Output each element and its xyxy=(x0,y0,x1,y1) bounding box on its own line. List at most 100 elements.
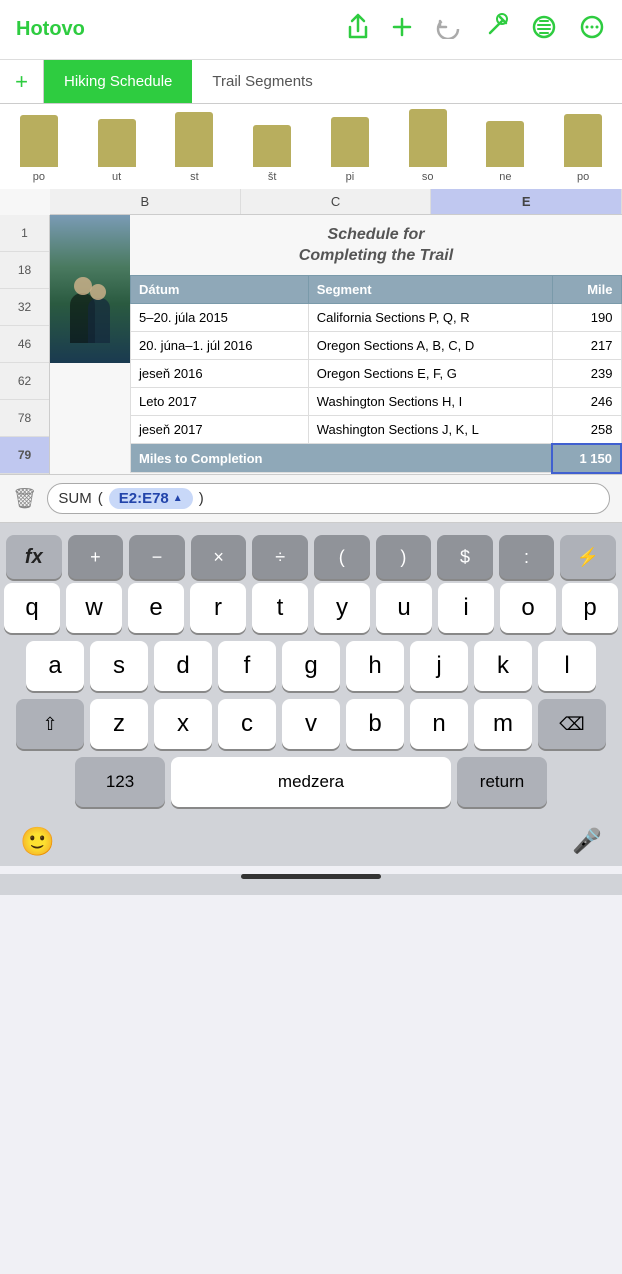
kb-u[interactable]: u xyxy=(376,583,432,633)
cell-mile-1[interactable]: 217 xyxy=(552,331,621,359)
done-button[interactable]: Hotovo xyxy=(16,18,85,41)
total-label[interactable]: Miles to Completion xyxy=(131,444,553,473)
kb-lightning-key[interactable]: ⚡ xyxy=(560,535,616,579)
kb-j[interactable]: j xyxy=(410,641,468,691)
kb-open-paren-key[interactable]: ( xyxy=(314,535,370,579)
cell-date-4[interactable]: jeseň 2017 xyxy=(131,415,309,444)
formula-input[interactable]: SUM ( E2:E78 ▲ ) xyxy=(47,483,610,514)
cal-col-6: ne xyxy=(467,104,545,189)
total-row[interactable]: Miles to Completion 1 150 xyxy=(131,444,622,473)
kb-k[interactable]: k xyxy=(474,641,532,691)
cal-label-2: st xyxy=(190,171,199,183)
cal-col-0: po xyxy=(0,104,78,189)
kb-p[interactable]: p xyxy=(562,583,618,633)
kb-return-key[interactable]: return xyxy=(457,757,547,807)
schedule-title: Schedule for Completing the Trail xyxy=(130,215,622,275)
cal-label-5: so xyxy=(422,171,434,183)
kb-bottom-bar: 🙂 🎤 xyxy=(0,815,622,866)
kb-dollar-key[interactable]: $ xyxy=(437,535,493,579)
kb-fx-key[interactable]: fx xyxy=(6,535,62,579)
kb-colon-key[interactable]: : xyxy=(499,535,555,579)
table-row[interactable]: jeseň 2016 Oregon Sections E, F, G 239 xyxy=(131,359,622,387)
cal-col-3: št xyxy=(233,104,311,189)
table-row[interactable]: 5–20. júla 2015 California Sections P, Q… xyxy=(131,303,622,331)
kb-num-key[interactable]: 123 xyxy=(75,757,165,807)
range-expand-icon[interactable]: ▲ xyxy=(173,493,183,504)
kb-x[interactable]: x xyxy=(154,699,212,749)
table-row[interactable]: Leto 2017 Washington Sections H, I 246 xyxy=(131,387,622,415)
kb-close-paren-key[interactable]: ) xyxy=(376,535,432,579)
tab-add-button[interactable]: + xyxy=(0,60,44,103)
col-headers: B C E xyxy=(50,189,622,215)
kb-q[interactable]: q xyxy=(4,583,60,633)
tab-hiking-schedule[interactable]: Hiking Schedule xyxy=(44,60,192,103)
cell-segment-4[interactable]: Washington Sections J, K, L xyxy=(308,415,552,444)
cell-segment-3[interactable]: Washington Sections H, I xyxy=(308,387,552,415)
cell-date-2[interactable]: jeseň 2016 xyxy=(131,359,309,387)
tab-trail-segments[interactable]: Trail Segments xyxy=(192,60,332,103)
cell-mile-4[interactable]: 258 xyxy=(552,415,621,444)
total-value-cell[interactable]: 1 150 xyxy=(552,444,621,473)
kb-plus-key[interactable]: + xyxy=(68,535,124,579)
row-num-32: 32 xyxy=(0,289,49,326)
table-wrapper: 1 18 32 46 62 78 79 Schedule for xyxy=(0,215,622,474)
kb-shift-key[interactable]: ⇧ xyxy=(16,699,84,749)
cell-date-1[interactable]: 20. júna–1. júl 2016 xyxy=(131,331,309,359)
row-num-79: 79 xyxy=(0,437,49,474)
kb-i[interactable]: i xyxy=(438,583,494,633)
formula-range[interactable]: E2:E78 ▲ xyxy=(109,488,193,509)
kb-w[interactable]: w xyxy=(66,583,122,633)
kb-b[interactable]: b xyxy=(346,699,404,749)
kb-d[interactable]: d xyxy=(154,641,212,691)
kb-z[interactable]: z xyxy=(90,699,148,749)
cell-date-0[interactable]: 5–20. júla 2015 xyxy=(131,303,309,331)
col-header-c[interactable]: C xyxy=(241,189,432,214)
kb-c[interactable]: c xyxy=(218,699,276,749)
cal-bar-4 xyxy=(331,117,369,167)
cell-date-3[interactable]: Leto 2017 xyxy=(131,387,309,415)
cell-segment-1[interactable]: Oregon Sections A, B, C, D xyxy=(308,331,552,359)
kb-l[interactable]: l xyxy=(538,641,596,691)
kb-s[interactable]: s xyxy=(90,641,148,691)
kb-a[interactable]: a xyxy=(26,641,84,691)
cal-label-1: ut xyxy=(112,171,121,183)
kb-space-key[interactable]: medzera xyxy=(171,757,451,807)
home-indicator xyxy=(241,874,381,879)
col-header-e[interactable]: E xyxy=(431,189,622,214)
cell-mile-0[interactable]: 190 xyxy=(552,303,621,331)
spreadsheet-area: B C E 1 18 32 46 62 78 79 xyxy=(0,189,622,474)
col-header-date: Dátum xyxy=(131,275,309,303)
table-row[interactable]: 20. júna–1. júl 2016 Oregon Sections A, … xyxy=(131,331,622,359)
kb-t[interactable]: t xyxy=(252,583,308,633)
kb-divide-key[interactable]: ÷ xyxy=(252,535,308,579)
kb-o[interactable]: o xyxy=(500,583,556,633)
delete-button[interactable]: 🗑 xyxy=(12,486,37,511)
formula-func: SUM xyxy=(58,490,91,507)
kb-minus-key[interactable]: − xyxy=(129,535,185,579)
kb-backspace-key[interactable]: ⌫ xyxy=(538,699,606,749)
mic-button[interactable]: 🎤 xyxy=(572,827,602,856)
cell-mile-3[interactable]: 246 xyxy=(552,387,621,415)
kb-v[interactable]: v xyxy=(282,699,340,749)
kb-n[interactable]: n xyxy=(410,699,468,749)
undo-icon[interactable] xyxy=(434,15,462,45)
search-icon[interactable] xyxy=(530,13,558,47)
cell-segment-2[interactable]: Oregon Sections E, F, G xyxy=(308,359,552,387)
kb-y[interactable]: y xyxy=(314,583,370,633)
kb-m[interactable]: m xyxy=(474,699,532,749)
cell-mile-2[interactable]: 239 xyxy=(552,359,621,387)
stamp-icon[interactable] xyxy=(482,13,510,47)
kb-e[interactable]: e xyxy=(128,583,184,633)
cell-segment-0[interactable]: California Sections P, Q, R xyxy=(308,303,552,331)
table-row[interactable]: jeseň 2017 Washington Sections J, K, L 2… xyxy=(131,415,622,444)
kb-h[interactable]: h xyxy=(346,641,404,691)
more-icon[interactable] xyxy=(578,13,606,47)
kb-g[interactable]: g xyxy=(282,641,340,691)
share-icon[interactable] xyxy=(346,13,370,47)
col-header-b[interactable]: B xyxy=(50,189,241,214)
kb-r[interactable]: r xyxy=(190,583,246,633)
kb-multiply-key[interactable]: × xyxy=(191,535,247,579)
emoji-button[interactable]: 🙂 xyxy=(20,825,55,858)
kb-f[interactable]: f xyxy=(218,641,276,691)
add-icon[interactable] xyxy=(390,15,414,45)
